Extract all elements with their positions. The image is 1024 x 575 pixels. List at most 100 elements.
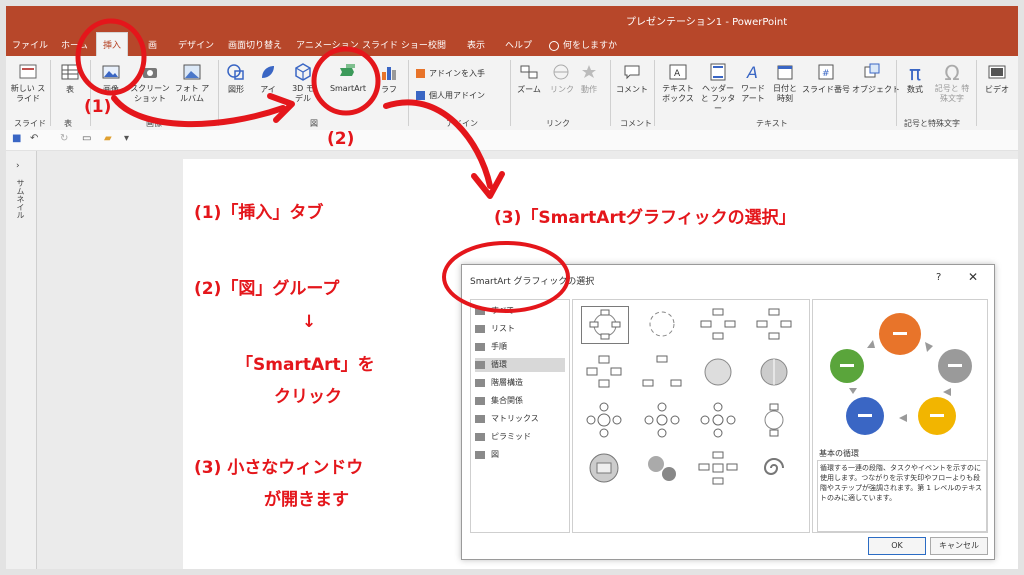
expand-pane-icon[interactable]: › (16, 161, 20, 171)
new-slide-icon (19, 64, 37, 79)
object-button[interactable]: オブジェクト (852, 62, 900, 95)
save-icon[interactable]: ■ (12, 133, 21, 144)
tab-home[interactable]: ホーム (61, 38, 88, 51)
layout-multidirectional-cycle[interactable] (581, 450, 627, 486)
shapes-button[interactable]: 図形 (224, 62, 248, 95)
category-label: 手順 (491, 342, 507, 351)
close-icon[interactable]: ✕ (968, 270, 978, 284)
link-button[interactable]: リンク (550, 62, 574, 95)
textbox-button[interactable]: A テキスト ボックス (660, 62, 696, 104)
tab-draw[interactable]: 画 (148, 38, 157, 51)
tab-transitions[interactable]: 画面切り替え (228, 38, 282, 51)
zoom-button[interactable]: ズーム (514, 62, 544, 95)
screenshot-button[interactable]: スクリーン ショット (130, 62, 170, 104)
layout-simple-cycle[interactable] (695, 306, 741, 342)
personal-addins-button[interactable]: 個人用アドイン (416, 90, 485, 101)
category-all[interactable]: すべて (475, 304, 565, 318)
category-cycle[interactable]: 循環 (475, 358, 565, 372)
comment-button[interactable]: コメント (616, 62, 648, 95)
smartart-dialog: SmartArt グラフィックの選択 ? ✕ すべて リスト 手順 循環 階層構… (461, 264, 995, 560)
layout-gallery (572, 299, 810, 533)
start-slideshow-icon[interactable]: ▭ (82, 133, 91, 144)
category-relationship[interactable]: 集合関係 (475, 394, 565, 408)
personal-addins-label: 個人用アドイン (429, 91, 485, 100)
layout-radial-cycle[interactable] (581, 402, 627, 438)
category-label: 集合関係 (491, 396, 523, 405)
layout-basic-cycle[interactable] (581, 306, 629, 344)
video-button[interactable]: ビデオ (982, 62, 1012, 95)
tab-animations[interactable]: アニメーション (296, 38, 359, 51)
symbol-button[interactable]: Ω 記号と 特殊文字 (932, 62, 972, 104)
action-button[interactable]: 動作 (578, 62, 600, 95)
category-pyramid[interactable]: ピラミッド (475, 430, 565, 444)
images-button[interactable]: 画像 (98, 62, 124, 95)
layout-diverging-radial[interactable] (695, 402, 741, 438)
layout-segmented-cycle[interactable] (581, 354, 627, 390)
cancel-button[interactable]: キャンセル (930, 537, 988, 555)
wordart-icon: A (746, 63, 758, 82)
action-icon (582, 65, 596, 78)
undo-icon[interactable]: ↶ (30, 133, 38, 144)
layout-text-cycle[interactable] (639, 306, 685, 342)
table-button[interactable]: 表 (58, 62, 82, 95)
equation-button[interactable]: π 数式 (902, 62, 928, 95)
tell-me-box[interactable]: 何をしますか (549, 38, 617, 51)
tab-view[interactable]: 表示 (467, 38, 485, 51)
video-icon (988, 65, 1006, 79)
tab-slideshow[interactable]: スライド ショー (362, 38, 428, 51)
icons-button[interactable]: アイ (256, 62, 280, 95)
layout-pie-cycle[interactable] (695, 354, 741, 390)
tab-review[interactable]: 校閲 (428, 38, 446, 51)
category-list: すべて リスト 手順 循環 階層構造 集合関係 マトリックス ピラミッド 図 (470, 299, 570, 533)
get-addins-label: アドインを入手 (429, 69, 485, 78)
layout-segmented-pie[interactable] (751, 354, 797, 390)
layout-gear[interactable] (639, 450, 685, 486)
video-label: ビデオ (985, 85, 1009, 94)
layout-block-cycle[interactable] (751, 306, 797, 342)
chart-label: ラフ (381, 85, 397, 94)
layout-spiral[interactable] (751, 450, 797, 486)
date-time-button[interactable]: 日付と 時刻 (772, 62, 798, 104)
category-process[interactable]: 手順 (475, 340, 565, 354)
slide-number-icon: # (818, 64, 834, 80)
group-text-label: テキスト (756, 119, 788, 128)
wordart-button[interactable]: A ワード アート (738, 62, 768, 104)
tab-help[interactable]: ヘルプ (505, 38, 532, 51)
layout-cycle-matrix[interactable] (751, 402, 797, 438)
annotation-click-line2: クリック (274, 387, 342, 407)
new-slide-button[interactable]: 新しい スライド (10, 62, 46, 104)
comment-icon (624, 65, 640, 80)
3d-models-button[interactable]: 3D モデル (290, 62, 316, 104)
help-icon[interactable]: ? (936, 272, 941, 283)
chart-button[interactable]: ラフ (378, 62, 400, 95)
category-matrix[interactable]: マトリックス (475, 412, 565, 426)
smartart-button[interactable]: SmartArt (324, 62, 372, 93)
photo-album-button[interactable]: フォト アルバム (174, 62, 210, 104)
ribbon-tabs: ファイル ホーム 挿入 画 デザイン 画面切り替え アニメーション スライド シ… (6, 32, 1018, 57)
tab-insert[interactable]: 挿入 (96, 32, 129, 57)
window-title: プレゼンテーション1 - PowerPoint (626, 17, 788, 28)
equation-label: 数式 (907, 85, 923, 94)
category-picture[interactable]: 図 (475, 448, 565, 462)
slide-number-button[interactable]: # スライド番号 (802, 62, 850, 95)
table-label: 表 (66, 85, 74, 94)
picture-icon (475, 450, 485, 459)
customize-qat-icon[interactable]: ▾ (124, 133, 129, 144)
thumbnail-pane: › サムネイル (6, 151, 37, 569)
get-addins-button[interactable]: アドインを入手 (416, 68, 485, 79)
redo-icon[interactable]: ↻ (60, 133, 68, 144)
table-icon (61, 64, 79, 80)
open-folder-icon[interactable]: ▰ (104, 133, 112, 144)
header-footer-button[interactable]: ヘッダーと フッター (700, 62, 736, 114)
tab-design[interactable]: デザイン (178, 38, 214, 51)
category-list-item[interactable]: リスト (475, 322, 565, 336)
layout-basic-radial[interactable] (639, 402, 685, 438)
layout-radial-list[interactable] (639, 354, 685, 390)
ok-button[interactable]: OK (868, 537, 926, 555)
category-label: マトリックス (491, 414, 539, 423)
layout-hexagon-radial[interactable] (695, 450, 741, 486)
separator (408, 60, 409, 126)
category-hierarchy[interactable]: 階層構造 (475, 376, 565, 390)
tab-file[interactable]: ファイル (12, 38, 48, 51)
group-addins-label: アドイン (446, 119, 478, 128)
